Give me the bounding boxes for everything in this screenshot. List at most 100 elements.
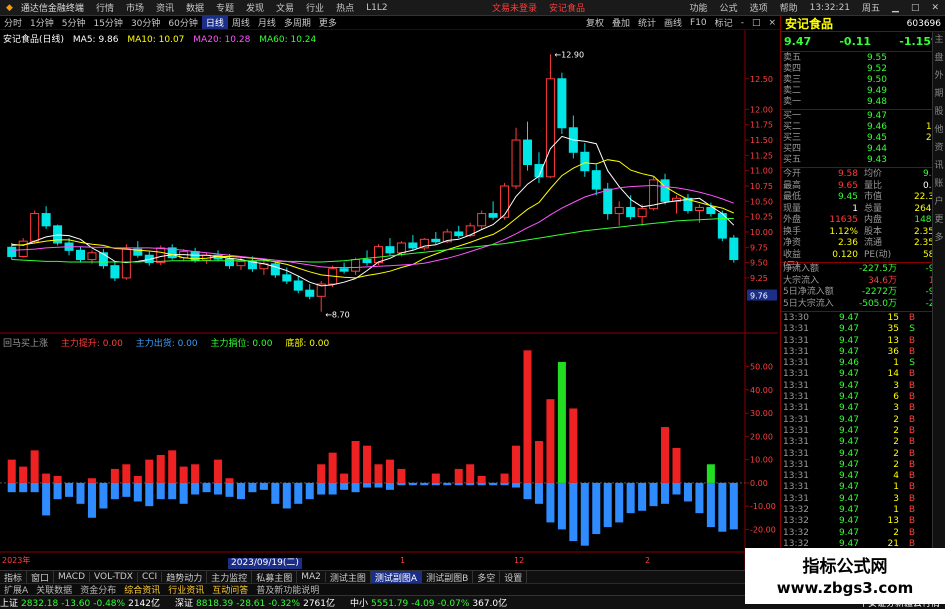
sidebar-tab[interactable]: 股 <box>933 104 945 122</box>
current-price-tag-text: 9.76 <box>750 292 768 301</box>
tick-time: 13:31 <box>783 448 809 459</box>
period-tab-multi[interactable]: 多周期 <box>280 16 315 29</box>
indicator-tab[interactable]: 测试副图B <box>422 570 474 584</box>
price-tick-label: 11.75 <box>750 121 773 130</box>
macd-bar-negative <box>374 482 383 488</box>
sidebar-tab[interactable]: 户 <box>933 194 945 212</box>
indicator-tab[interactable]: MA2 <box>297 572 326 582</box>
period-tab-more[interactable]: 更多 <box>315 16 341 29</box>
close-icon[interactable]: ✕ <box>925 3 945 13</box>
sidebar-tab[interactable]: 他 <box>933 122 945 140</box>
login-notice[interactable]: 文易未登录 <box>486 1 543 14</box>
toolbar-stats-button[interactable]: 统计 <box>634 16 660 29</box>
tick-list[interactable]: 13:30 9.47 15 B 13:31 9.47 35 S 13:31 9.47 13 B 13:3… <box>781 313 945 562</box>
candle-body <box>580 151 590 172</box>
indicator-tab[interactable]: 趋势动力 <box>162 570 208 584</box>
menu-item-industry[interactable]: 行业 <box>300 1 330 14</box>
sidebar-tab[interactable]: 讯 <box>933 158 945 176</box>
sidebar-tab[interactable]: 主 <box>933 32 945 50</box>
panel-close-icon[interactable]: × <box>764 18 780 28</box>
indicator-tab[interactable]: CCI <box>138 572 163 582</box>
period-tab-5min[interactable]: 5分钟 <box>58 16 90 29</box>
menu-item-l1l2[interactable]: L1L2 <box>360 3 393 13</box>
kline-svg[interactable]: 12.50 12.00 11.75 11.50 11.25 11.00 10.75 10.50… <box>0 30 778 570</box>
menu-item-news[interactable]: 资讯 <box>150 1 180 14</box>
ask-row[interactable]: 卖五9.5515 <box>781 53 945 64</box>
index-quote[interactable]: 深证 8818.39 -28.61 -0.32% 2761亿 <box>175 596 340 609</box>
toolbar-overlay-button[interactable]: 叠加 <box>608 16 634 29</box>
macd-bar-negative <box>695 482 704 514</box>
tick-row: 13:31 9.47 4 B <box>781 471 945 482</box>
index-change-pct: -0.48% <box>93 599 126 609</box>
period-tab-60min[interactable]: 60分钟 <box>164 16 201 29</box>
sidebar-tab[interactable]: 盘 <box>933 50 945 68</box>
indicator-tab[interactable]: 测试主图 <box>326 570 371 584</box>
sidebar-tab[interactable]: 资 <box>933 140 945 158</box>
macd-bar-negative <box>53 482 62 500</box>
tick-direction: S <box>909 358 915 369</box>
period-tab-weekly[interactable]: 周线 <box>228 16 254 29</box>
indicator-tab[interactable]: VOL-TDX <box>90 572 138 582</box>
menu-item-function[interactable]: 功能 <box>684 1 714 14</box>
minimize-icon[interactable]: ▁ <box>886 3 905 13</box>
indicator-tab[interactable]: 多空 <box>473 570 501 584</box>
index-quote[interactable]: 中小 5551.79 -4.09 -0.07% 367.0亿 <box>350 596 512 609</box>
indicator-tab[interactable]: 指标 <box>0 570 28 584</box>
ask-row[interactable]: 卖二9.498 <box>781 86 945 97</box>
bid-row[interactable]: 买五9.4325 <box>781 155 945 166</box>
menu-item-discover[interactable]: 发现 <box>240 1 270 14</box>
panel-maximize-icon[interactable]: □ <box>748 18 765 28</box>
menu-item-market[interactable]: 市场 <box>120 1 150 14</box>
bid-row[interactable]: 买四9.4478 <box>781 144 945 155</box>
menu-item-help[interactable]: 帮助 <box>774 1 804 14</box>
period-tab-monthly[interactable]: 月线 <box>254 16 280 29</box>
period-tab-daily[interactable]: 日线 <box>201 16 228 29</box>
index-quote[interactable]: 上证 2832.18 -13.60 -0.48% 2142亿 <box>0 596 165 609</box>
ask-row[interactable]: 卖四9.5222 <box>781 64 945 75</box>
stat-value: 0.120 <box>832 249 858 260</box>
ask-row[interactable]: 卖一9.4851 <box>781 97 945 108</box>
menu-item-data[interactable]: 数据 <box>180 1 210 14</box>
period-tab-30min[interactable]: 30分钟 <box>127 16 164 29</box>
indicator-tab[interactable]: MACD <box>54 572 91 582</box>
index-change-pct: -0.07% <box>437 599 470 609</box>
menu-item-formula[interactable]: 公式 <box>714 1 744 14</box>
sidebar-tab[interactable]: 外 <box>933 68 945 86</box>
sidebar-tab[interactable]: 更 <box>933 212 945 230</box>
toolbar-draw-button[interactable]: 画线 <box>660 16 686 29</box>
indicator-tab[interactable]: 主力监控 <box>207 570 253 584</box>
period-tab-1min[interactable]: 1分钟 <box>26 16 58 29</box>
ask-row[interactable]: 卖三9.501 <box>781 75 945 86</box>
menu-item-topics[interactable]: 专题 <box>210 1 240 14</box>
indicator-tab[interactable]: 窗口 <box>27 570 55 584</box>
period-tab-timeshare[interactable]: 分时 <box>0 16 26 29</box>
tick-volume: 2 <box>893 414 899 425</box>
menu-item-wenyi[interactable]: 文易 <box>270 1 300 14</box>
macd-bar-negative <box>557 482 566 530</box>
toolbar-f10-button[interactable]: F10 <box>686 18 711 28</box>
sidebar-tab[interactable]: 多 <box>933 230 945 248</box>
menu-item-quotes[interactable]: 行情 <box>90 1 120 14</box>
sidebar-tab[interactable]: 期 <box>933 86 945 104</box>
macd-bar-negative <box>523 482 532 500</box>
sidebar-tab[interactable]: 账 <box>933 176 945 194</box>
macd-bar-negative <box>443 482 452 486</box>
maximize-icon[interactable]: □ <box>905 3 926 13</box>
indicator-tab[interactable]: 设置 <box>500 570 528 584</box>
bid-row[interactable]: 买三9.45269 <box>781 133 945 144</box>
menu-item-options[interactable]: 选项 <box>744 1 774 14</box>
stat-label: 现量 <box>783 203 802 214</box>
macd-bar-negative <box>317 482 326 495</box>
legend-ma10: MA10: 10.07 <box>127 35 185 45</box>
indicator-tab[interactable]: 私募主图 <box>252 570 298 584</box>
period-tab-15min[interactable]: 15分钟 <box>89 16 126 29</box>
tick-price: 9.47 <box>838 324 859 335</box>
toolbar-adjust-button[interactable]: 复权 <box>582 16 608 29</box>
kline-chart-panel[interactable]: 12.50 12.00 11.75 11.50 11.25 11.00 10.75 10.50… <box>0 30 778 570</box>
menu-item-hot[interactable]: 热点 <box>330 1 360 14</box>
panel-minimize-icon[interactable]: - <box>737 18 748 28</box>
indicator-tab[interactable]: 测试副图A <box>370 570 423 584</box>
bid-row[interactable]: 买二9.46173 <box>781 122 945 133</box>
bid-row[interactable]: 买一9.4766 <box>781 111 945 122</box>
toolbar-mark-button[interactable]: 标记 <box>711 16 737 29</box>
